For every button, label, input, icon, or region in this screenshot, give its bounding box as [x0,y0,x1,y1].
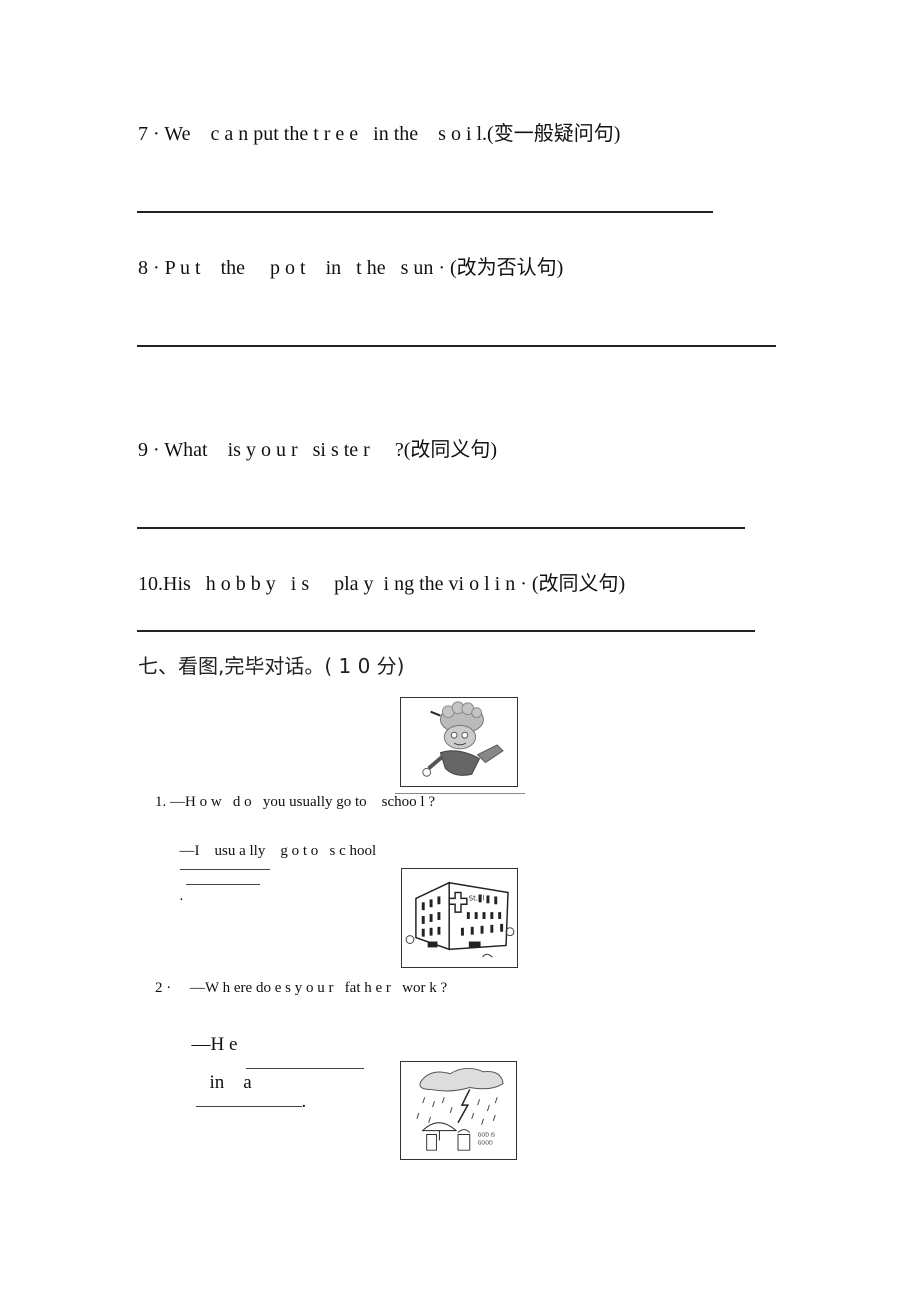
dialogue-2-question: 2 · —W h ere do e s y o u r fat h e r wo… [155,980,448,996]
svg-text:GOOD: GOOD [478,1140,493,1146]
dialogue-2-answer: —H e in a . [182,1016,364,1111]
dialogue-1-blank-1[interactable] [179,868,270,870]
rainy-weather-icon: GOD IS GOOD [416,1067,504,1151]
question-9: 9 · What is y o u r si s te r ?(改同义句) [138,439,498,461]
dialogue-2-answer-suffix: . [301,1091,307,1112]
question-10: 10.His h o b b y i s pla y i ng the vi o… [138,573,626,595]
hospital-image: St.El [401,868,518,968]
svg-text:St.El: St.El [469,894,485,902]
dialogue-2-blank-1[interactable] [245,1067,364,1069]
section-heading: 七、看图,完毕对话。( 1 0 分) [138,654,405,678]
rain-image: GOD IS GOOD [400,1061,517,1160]
answer-line-9[interactable] [137,527,745,529]
dialogue-1-answer: —I usu a lly g o t o s c hool . [172,829,376,904]
boy-cartoon-image [400,697,518,787]
dialogue-1-question: 1. —H o w d o you usually go to schoo l … [155,794,435,810]
question-7: 7 · We c a n put the t r e e in the s o … [138,123,621,145]
hospital-building-icon: St.El [405,881,515,958]
dialogue-1-blank-2[interactable] [185,883,260,885]
dialogue-1-answer-suffix: . [179,888,184,904]
answer-line-10[interactable] [137,630,755,632]
dialogue-2-answer-prefix: —H e [191,1034,238,1055]
svg-text:GOD IS: GOD IS [478,1132,495,1138]
dialogue-2-blank-2[interactable] [195,1105,302,1107]
dialogue-1-answer-prefix: —I usu a lly g o t o s c hool [179,843,377,859]
answer-line-8[interactable] [137,345,776,347]
answer-line-7[interactable] [137,211,713,213]
boy-running-icon [422,701,504,777]
dialogue-2-answer-middle: in a [209,1072,252,1093]
question-8: 8 · P u t the p o t in t he s un · (改为否认… [138,257,564,279]
